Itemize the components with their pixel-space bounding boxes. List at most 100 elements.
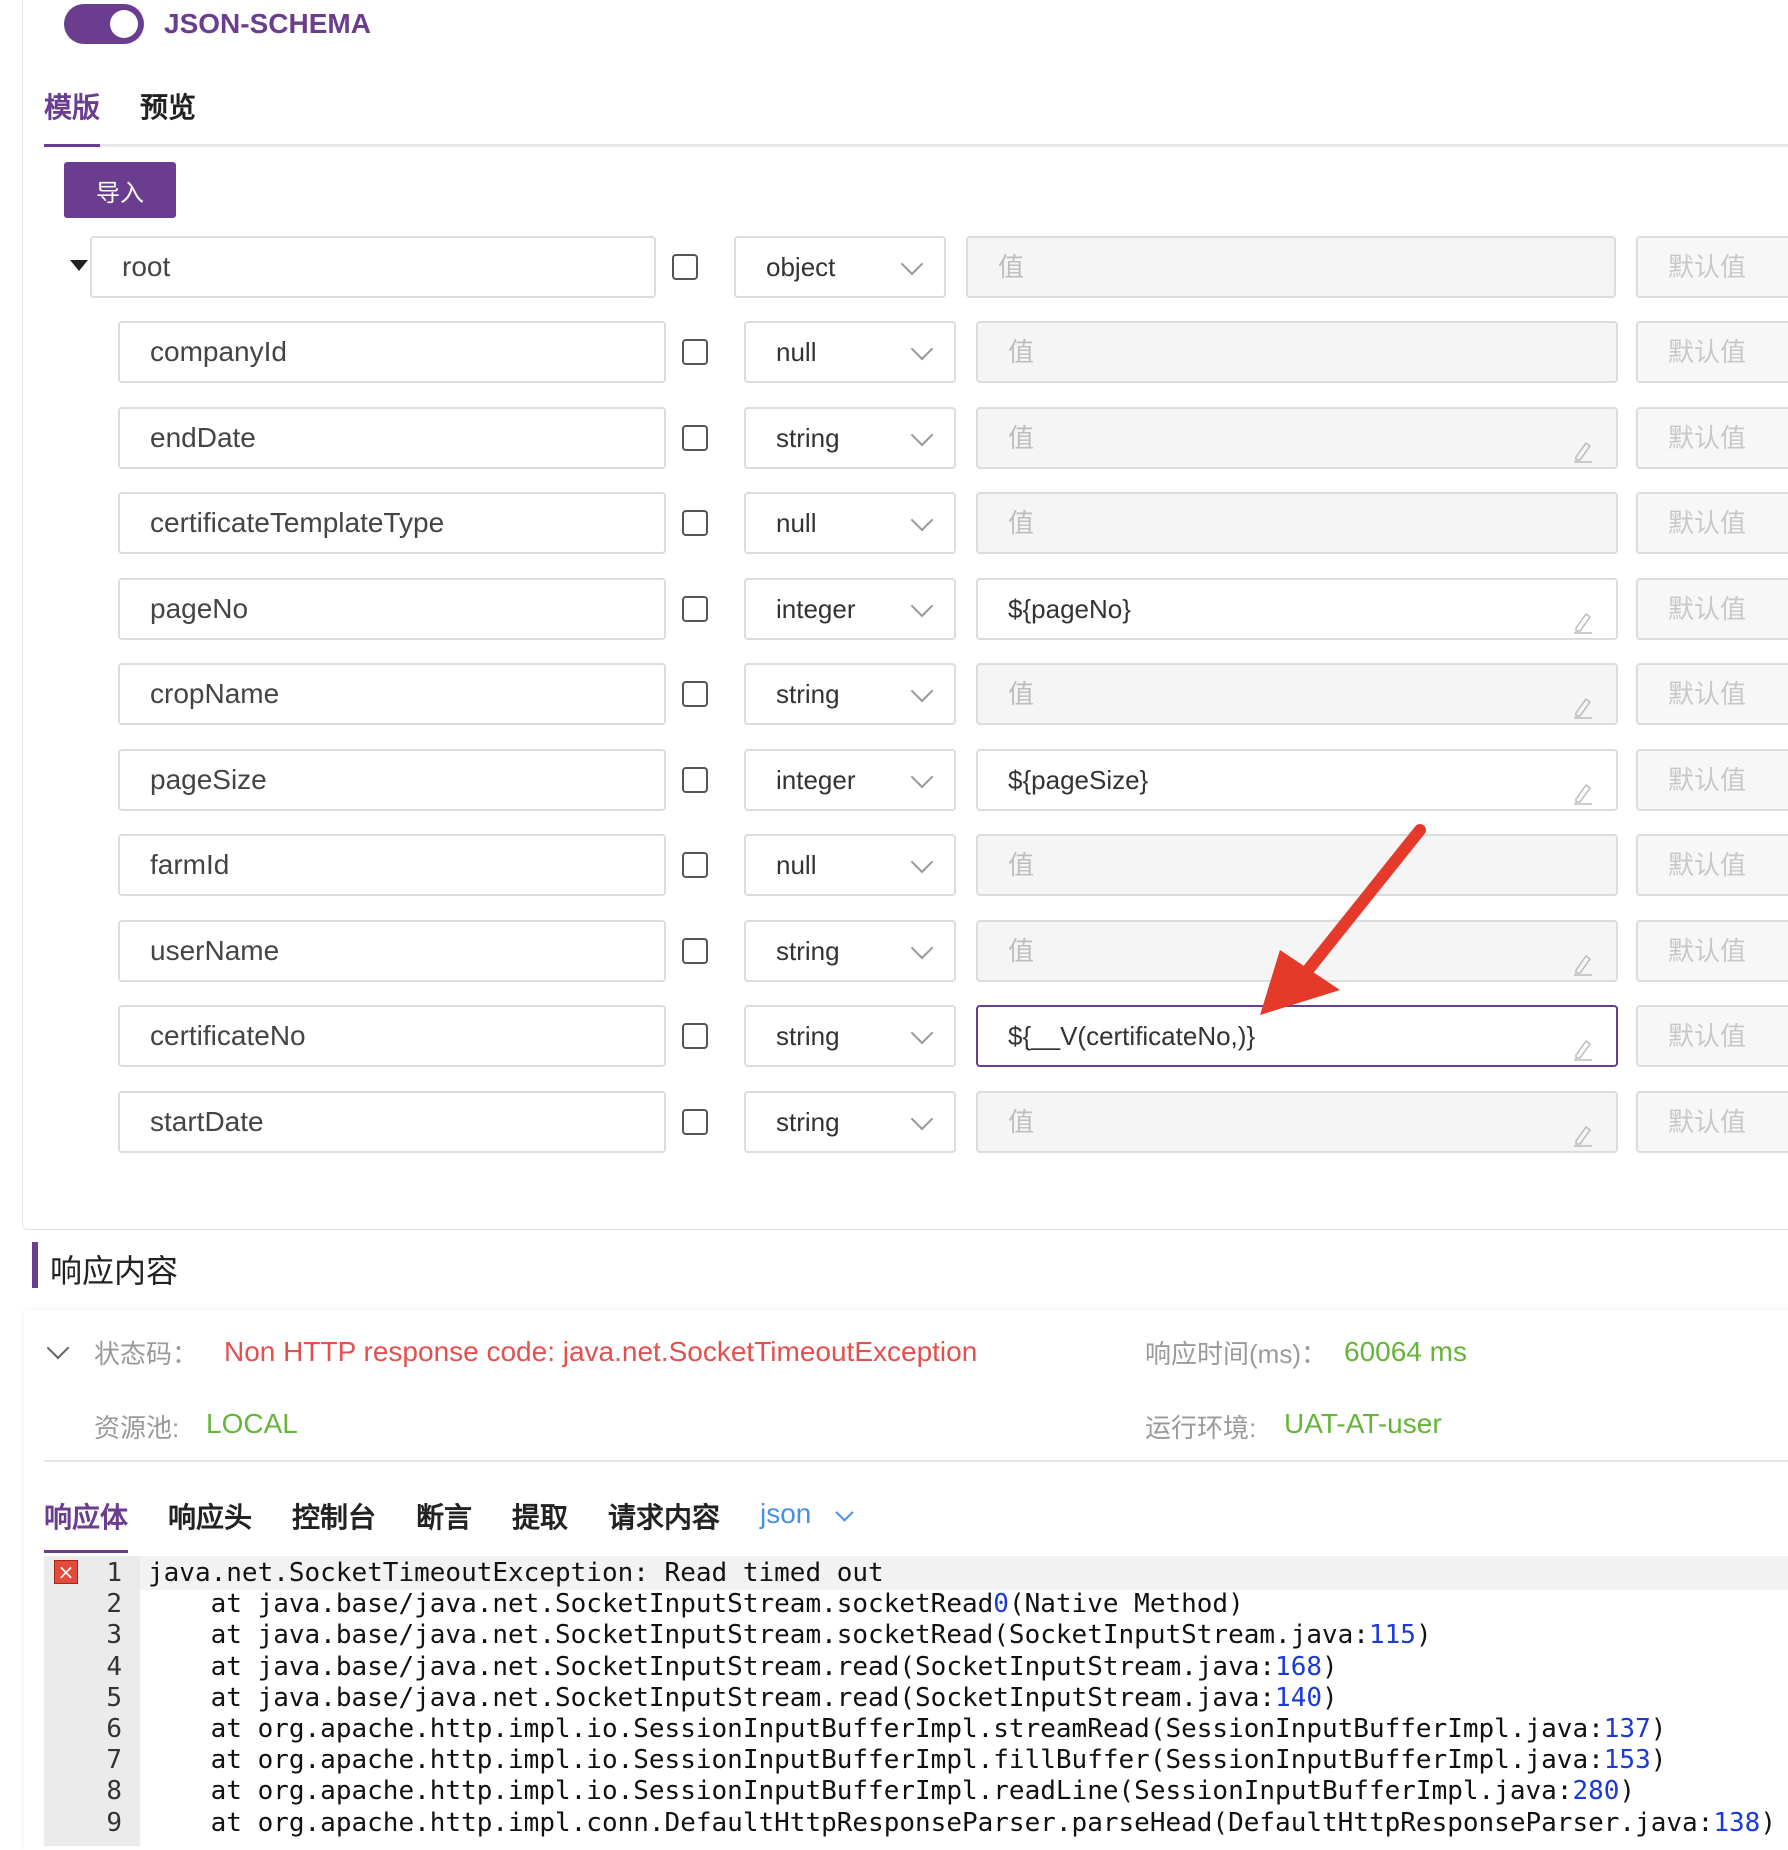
type-select[interactable]: string: [744, 1090, 956, 1153]
required-checkbox[interactable]: [682, 510, 708, 536]
code-tail: ): [1415, 1620, 1432, 1651]
field-name-input[interactable]: certificateNo: [118, 1005, 666, 1067]
default-input[interactable]: 默认值: [1636, 236, 1788, 298]
default-input[interactable]: 默认值: [1636, 577, 1788, 640]
tab-preview[interactable]: 预览: [140, 86, 196, 126]
run-env-value: UAT-AT-user: [1284, 1408, 1442, 1439]
default-input[interactable]: 默认值: [1636, 1090, 1788, 1153]
tab-extract[interactable]: 提取: [512, 1496, 568, 1536]
format-select[interactable]: json: [760, 1498, 811, 1530]
value-input[interactable]: ${pageSize}: [976, 748, 1618, 811]
value-input[interactable]: ${pageNo}: [976, 577, 1618, 640]
code-line: at java.base/java.net.SocketInputStream.…: [148, 1589, 1244, 1619]
type-select[interactable]: object: [734, 236, 946, 298]
type-select[interactable]: integer: [744, 577, 956, 640]
field-name-input[interactable]: companyId: [118, 321, 666, 383]
required-checkbox[interactable]: [682, 595, 708, 622]
default-input[interactable]: 默认值: [1636, 321, 1788, 383]
value-text: 值: [1008, 1106, 1035, 1137]
default-input[interactable]: 默认值: [1636, 919, 1788, 982]
required-checkbox[interactable]: [682, 339, 708, 365]
type-select[interactable]: string: [744, 406, 956, 469]
code-line: at org.apache.http.impl.io.SessionInputB…: [148, 1745, 1667, 1776]
default-input[interactable]: 默认值: [1636, 1005, 1788, 1067]
default-input[interactable]: 默认值: [1636, 406, 1788, 469]
tab-response-headers[interactable]: 响应头: [168, 1496, 252, 1536]
type-select[interactable]: string: [744, 1005, 956, 1067]
default-input[interactable]: 默认值: [1636, 748, 1788, 811]
required-checkbox[interactable]: [672, 254, 698, 280]
chevron-down-icon: [910, 765, 934, 788]
code-tail: ): [1650, 1745, 1667, 1776]
tab-template[interactable]: 模版: [44, 86, 100, 126]
type-select[interactable]: null: [744, 492, 956, 554]
edit-icon[interactable]: [1572, 596, 1594, 654]
default-input[interactable]: 默认值: [1636, 492, 1788, 554]
field-name-input[interactable]: pageSize: [118, 748, 666, 811]
tab-response-body[interactable]: 响应体: [44, 1496, 128, 1536]
value-input[interactable]: 值: [976, 492, 1618, 554]
type-value: string: [776, 679, 840, 709]
field-name-input[interactable]: startDate: [118, 1090, 666, 1153]
response-time-value: 60064 ms: [1344, 1336, 1467, 1367]
schema-row: certificateNo string ${__V(certificateNo,)…: [0, 1005, 1788, 1067]
default-input[interactable]: 默认值: [1636, 834, 1788, 896]
value-input[interactable]: 值: [976, 406, 1618, 469]
type-select[interactable]: string: [744, 663, 956, 725]
required-checkbox[interactable]: [682, 424, 708, 451]
code-tail: ): [1760, 1807, 1776, 1838]
edit-icon[interactable]: [1572, 767, 1594, 825]
field-name-input[interactable]: endDate: [118, 406, 666, 469]
value-input[interactable]: 值: [976, 663, 1618, 725]
default-input[interactable]: 默认值: [1636, 663, 1788, 725]
code-tail: ): [1619, 1776, 1636, 1807]
type-value: integer: [776, 593, 856, 624]
code-text: at org.apache.http.impl.io.SessionInputB…: [148, 1776, 1573, 1807]
required-checkbox[interactable]: [682, 1023, 708, 1049]
field-name-input[interactable]: cropName: [118, 663, 666, 725]
edit-icon[interactable]: [1572, 1023, 1594, 1081]
code-tail: ): [1322, 1682, 1338, 1713]
error-icon: ×: [54, 1560, 78, 1584]
value-input[interactable]: 值: [976, 1090, 1618, 1153]
code-text: at org.apache.http.impl.io.SessionInputB…: [148, 1745, 1604, 1776]
code-number: 280: [1572, 1776, 1620, 1807]
code-line: at org.apache.http.impl.conn.DefaultHttp…: [148, 1808, 1776, 1838]
field-name-input[interactable]: farmId: [118, 834, 666, 896]
chevron-down-icon: [910, 936, 934, 959]
type-select[interactable]: string: [744, 919, 956, 982]
field-name-input[interactable]: root: [90, 236, 656, 298]
json-schema-toggle[interactable]: [64, 4, 144, 44]
tab-console[interactable]: 控制台: [292, 1496, 376, 1536]
field-name-input[interactable]: pageNo: [118, 577, 666, 640]
caret-down-icon[interactable]: [70, 260, 88, 271]
required-checkbox[interactable]: [682, 852, 708, 878]
chevron-down-icon: [910, 850, 934, 874]
type-select[interactable]: integer: [744, 748, 956, 811]
type-select[interactable]: null: [744, 834, 956, 896]
edit-icon[interactable]: [1572, 425, 1594, 483]
type-value: null: [776, 508, 817, 538]
chevron-down-icon: [910, 1107, 934, 1130]
chevron-down-icon: [910, 1021, 934, 1045]
field-name-input[interactable]: userName: [118, 919, 666, 982]
type-value: string: [776, 935, 840, 966]
import-button[interactable]: 导入: [64, 162, 176, 218]
edit-icon[interactable]: [1572, 938, 1594, 996]
value-input[interactable]: 值: [976, 321, 1618, 383]
required-checkbox[interactable]: [682, 681, 708, 707]
type-select[interactable]: null: [744, 321, 956, 383]
tab-assertions[interactable]: 断言: [416, 1496, 472, 1536]
chevron-down-icon: [910, 423, 934, 446]
required-checkbox[interactable]: [682, 937, 708, 964]
code-line: at java.base/java.net.SocketInputStream.…: [148, 1652, 1338, 1682]
required-checkbox[interactable]: [682, 766, 708, 793]
required-checkbox[interactable]: [682, 1108, 708, 1135]
edit-icon[interactable]: [1572, 1109, 1594, 1167]
tab-request-content[interactable]: 请求内容: [608, 1496, 720, 1536]
toggle-label: JSON-SCHEMA: [164, 8, 371, 39]
chevron-down-icon: [900, 252, 924, 276]
field-name-input[interactable]: certificateTemplateType: [118, 492, 666, 554]
value-input[interactable]: 值: [966, 236, 1616, 298]
edit-icon[interactable]: [1572, 681, 1594, 739]
